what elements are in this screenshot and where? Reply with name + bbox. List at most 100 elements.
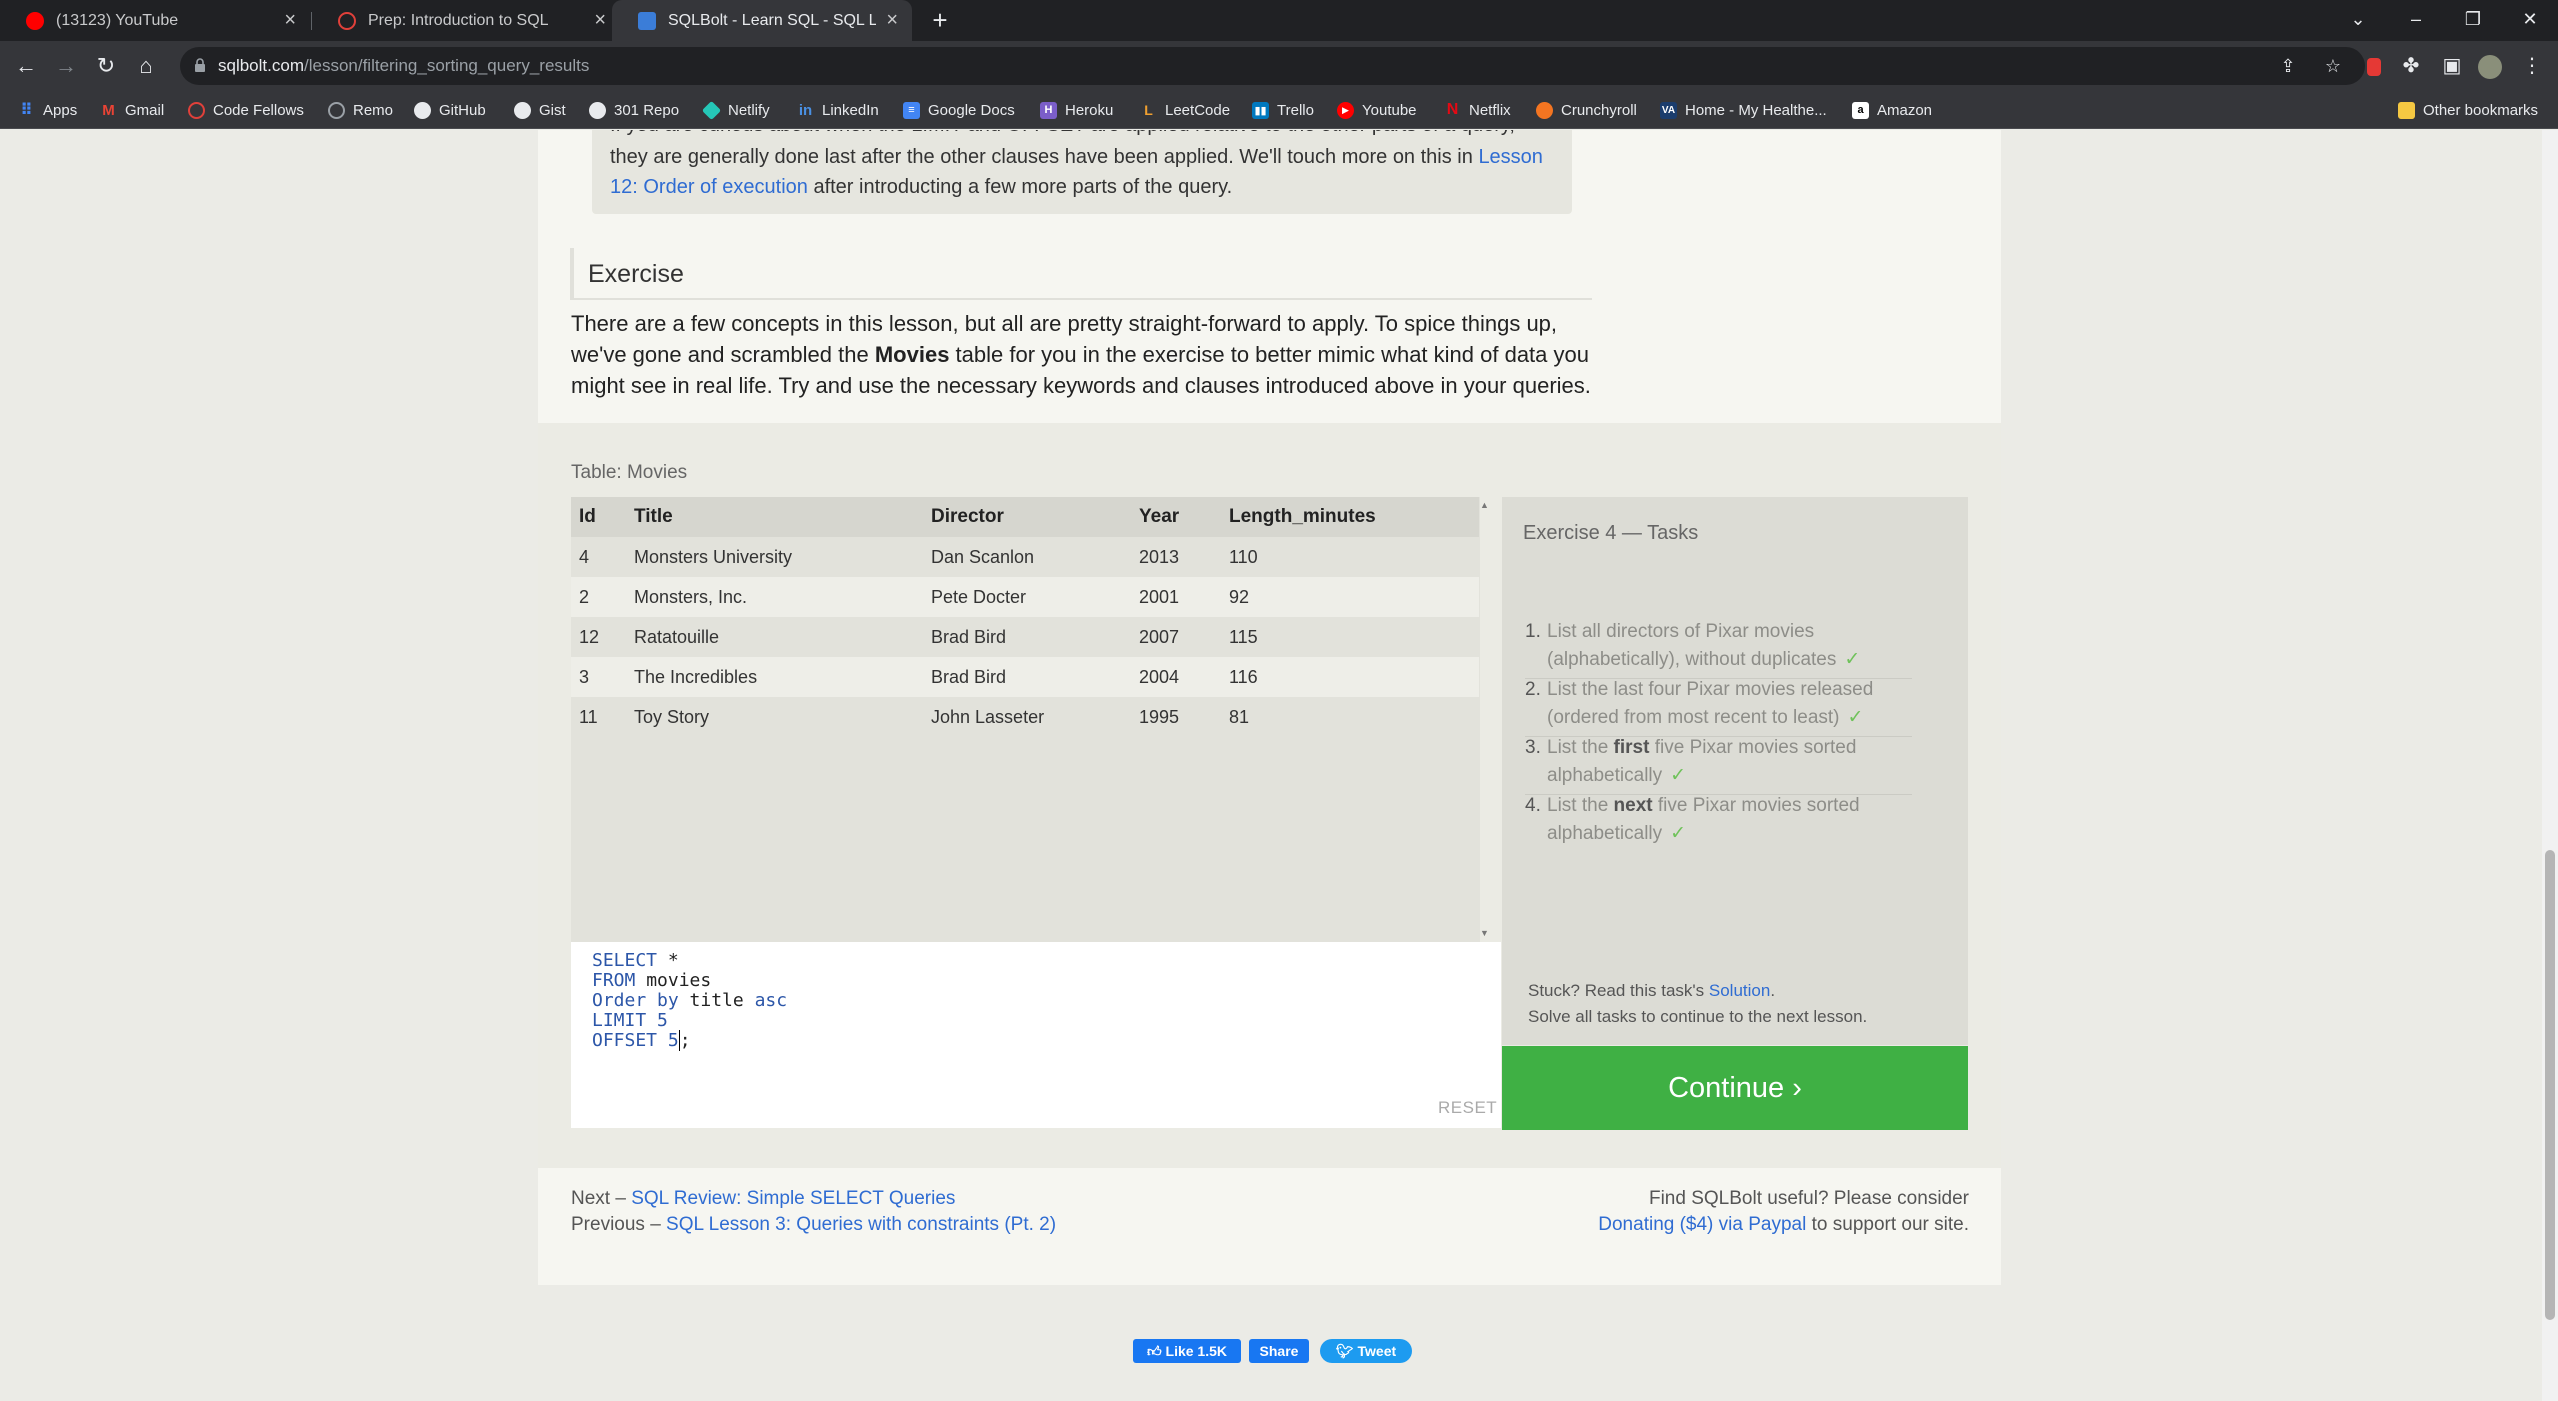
apps-grid-icon: ⠿ [20, 102, 33, 119]
checkmark-icon: ✓ [1847, 707, 1864, 728]
crunchyroll-icon [1536, 101, 1553, 119]
tab-prep-intro-sql[interactable]: Prep: Introduction to SQL × [312, 0, 620, 41]
back-button[interactable]: ← [10, 50, 42, 82]
previous-lesson-link[interactable]: SQL Lesson 3: Queries with constraints (… [666, 1214, 1056, 1235]
scroll-up-arrow-icon[interactable]: ▲ [1480, 501, 1489, 510]
table-cell: 2007 [1131, 617, 1221, 657]
side-panel-icon[interactable]: ▣ [2436, 50, 2468, 82]
task-item: 3. List the first five Pixar movies sorte… [1525, 737, 1857, 786]
bookmarks-bar: ⠿ Apps M Gmail Code Fellows Remo GitHub Gi… [0, 91, 2558, 129]
bookmark-heroku[interactable]: H Heroku [1040, 91, 1113, 129]
solution-link[interactable]: Solution [1709, 981, 1770, 1000]
tweet-button[interactable]: 🐦︎ Tweet [1320, 1339, 1412, 1363]
bookmark-netlify[interactable]: Netlify [701, 91, 770, 129]
note-text: they are generally done last after the o… [610, 146, 1473, 168]
restore-button[interactable]: ❐ [2448, 0, 2498, 38]
trello-icon: ▮▮ [1252, 101, 1269, 119]
home-button[interactable]: ⌂ [130, 50, 162, 82]
sqlbolt-icon [638, 11, 656, 30]
bookmark-linkedin[interactable]: in LinkedIn [797, 91, 879, 129]
bookmark-gmail[interactable]: M Gmail [100, 91, 164, 129]
lock-icon [195, 58, 205, 72]
url-text: sqlbolt.com/lesson/filtering_sorting_que… [218, 56, 590, 75]
column-header: Year [1131, 497, 1221, 537]
task-item: 1. List all directors of Pixar movies (alp… [1525, 621, 1861, 670]
table-cell: Brad Bird [923, 617, 1131, 657]
bookmark-amazon[interactable]: a Amazon [1852, 91, 1932, 129]
amazon-icon: a [1852, 101, 1869, 119]
bookmark-apps[interactable]: ⠿ Apps [18, 91, 77, 129]
remo-icon [328, 101, 345, 119]
close-window-button[interactable]: ✕ [2505, 0, 2555, 38]
va-icon: VA [1660, 101, 1677, 119]
heroku-icon: H [1040, 101, 1057, 119]
folder-icon [2398, 101, 2415, 119]
code-line: Order by title asc [592, 990, 788, 1011]
bookmark-netflix[interactable]: N Netflix [1444, 91, 1511, 129]
lesson-navigation: Next – SQL Review: Simple SELECT Queries… [571, 1188, 1057, 1235]
bookmark-google-docs[interactable]: ≡ Google Docs [903, 91, 1015, 129]
bookmark-remo[interactable]: Remo [328, 91, 393, 129]
scroll-down-arrow-icon[interactable]: ▼ [1480, 929, 1489, 938]
extension-shield-icon[interactable] [2358, 50, 2390, 82]
table-scrollbar[interactable]: ▲ ▼ [1480, 497, 1489, 942]
task-item: 2. List the last four Pixar movies releas… [1525, 679, 1874, 728]
continue-button[interactable]: Continue › [1502, 1046, 1968, 1130]
close-icon[interactable]: × [886, 9, 898, 32]
bookmark-code-fellows[interactable]: Code Fellows [188, 91, 304, 129]
bookmark-crunchyroll[interactable]: Crunchyroll [1536, 91, 1637, 129]
table-cell: Ratatouille [626, 617, 923, 657]
table-cell: Brad Bird [923, 657, 1131, 697]
code-line: LIMIT 5 [592, 1010, 668, 1031]
next-lesson-link[interactable]: SQL Review: Simple SELECT Queries [631, 1188, 955, 1209]
share-icon[interactable]: ⇪ [2275, 53, 2301, 79]
bookmark-va-health[interactable]: VA Home - My Healthe... [1660, 91, 1827, 129]
google-docs-icon: ≡ [903, 101, 920, 119]
bookmark-leetcode[interactable]: L LeetCode [1140, 91, 1230, 129]
page-scrollbar[interactable] [2542, 130, 2558, 1401]
reset-button[interactable]: RESET [1438, 1098, 1497, 1118]
netlify-icon [701, 100, 722, 120]
table-row: 2 Monsters, Inc. Pete Docter 2001 92 [571, 577, 1479, 617]
profile-avatar[interactable] [2474, 50, 2506, 82]
bookmark-301-repo[interactable]: 301 Repo [589, 91, 679, 129]
column-header: Id [571, 497, 626, 537]
extensions-puzzle-icon[interactable]: ✤ [2395, 50, 2427, 82]
table-cell: Monsters, Inc. [626, 577, 923, 617]
minimize-button[interactable]: – [2391, 0, 2441, 38]
note-tail: after introducting a few more parts of t… [807, 176, 1233, 198]
page-scroll-thumb[interactable] [2545, 850, 2555, 1320]
close-icon[interactable]: × [284, 9, 296, 32]
table-cell: 110 [1221, 537, 1479, 577]
lesson-12-link[interactable]: Lesson [1478, 146, 1543, 168]
column-header: Length_minutes [1221, 497, 1479, 537]
tab-youtube[interactable]: (13123) YouTube × [0, 0, 310, 41]
table-cell: 2001 [1131, 577, 1221, 617]
tab-search-icon[interactable]: ⌄ [2333, 0, 2383, 38]
new-tab-button[interactable]: + [924, 4, 956, 36]
sql-query-editor[interactable]: SELECT * FROM movies Order by title asc LIM… [571, 942, 1501, 1128]
stuck-help-text: Stuck? Read this task's Solution. Solve … [1528, 981, 1868, 1026]
address-bar[interactable]: sqlbolt.com/lesson/filtering_sorting_que… [180, 47, 2365, 85]
table-cell: 4 [571, 537, 626, 577]
bookmark-gist[interactable]: Gist [514, 91, 566, 129]
facebook-share-button[interactable]: Share [1249, 1339, 1309, 1363]
close-icon[interactable]: × [594, 9, 606, 32]
facebook-like-button[interactable]: 👍︎ Like 1.5K [1133, 1339, 1241, 1363]
table-cell: Dan Scanlon [923, 537, 1131, 577]
code-line: SELECT * [592, 950, 679, 971]
forward-button[interactable]: → [50, 50, 82, 82]
bookmark-youtube[interactable]: ▶ Youtube [1337, 91, 1417, 129]
lesson-12-link-cont[interactable]: 12: Order of execution [610, 176, 808, 198]
exercise-heading: Exercise [570, 248, 1592, 300]
donate-paypal-link[interactable]: Donating ($4) via Paypal [1598, 1214, 1806, 1235]
browser-menu-icon[interactable]: ⋮ [2516, 50, 2548, 82]
other-bookmarks-folder[interactable]: Other bookmarks [2398, 91, 2538, 129]
bookmark-trello[interactable]: ▮▮ Trello [1252, 91, 1314, 129]
bookmark-star-icon[interactable]: ☆ [2320, 53, 2346, 79]
results-table-panel: Id Title Director Year Length_minutes 4M… [571, 497, 1480, 942]
reload-button[interactable]: ↻ [90, 50, 122, 82]
table-cell: Toy Story [626, 697, 923, 737]
bookmark-github[interactable]: GitHub [414, 91, 486, 129]
tab-sqlbolt[interactable]: SQLBolt - Learn SQL - SQL Lesso × [612, 0, 912, 41]
